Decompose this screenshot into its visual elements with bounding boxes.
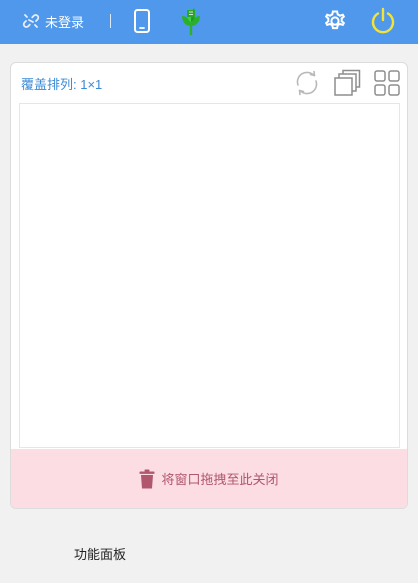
topbar-divider [110, 14, 111, 28]
top-bar: 未登录 [0, 0, 418, 44]
phone-icon [134, 9, 150, 33]
broken-link-icon [22, 14, 40, 28]
panel-header: 覆盖排列: 1×1 [11, 63, 407, 103]
power-icon [371, 7, 395, 34]
layout-mode-label: 覆盖排列: 1×1 [21, 77, 103, 92]
trash-icon [139, 469, 155, 488]
login-status[interactable]: 未登录 [22, 10, 84, 32]
login-status-label: 未登录 [45, 14, 85, 30]
trash-drop-zone[interactable]: 将窗口拖拽至此关闭 [11, 449, 407, 508]
plant-icon [182, 8, 200, 35]
grid-layout-button[interactable] [373, 69, 401, 97]
plant-button[interactable] [178, 6, 204, 36]
cascade-windows-button[interactable] [333, 69, 361, 97]
cascade-windows-icon [334, 69, 361, 96]
refresh-button[interactable] [293, 69, 321, 97]
phone-button[interactable] [132, 8, 152, 34]
settings-button[interactable] [321, 7, 349, 35]
function-panel-label[interactable]: 功能面板 [74, 544, 126, 563]
refresh-icon [296, 70, 318, 96]
window-layout-panel: 覆盖排列: 1×1 将窗口拖拽至此关闭 [10, 62, 408, 509]
trash-drop-label: 将窗口拖拽至此关闭 [161, 472, 279, 487]
power-button[interactable] [369, 6, 397, 36]
window-canvas[interactable] [19, 103, 400, 448]
grid-layout-icon [374, 70, 400, 96]
gear-icon [324, 10, 346, 30]
